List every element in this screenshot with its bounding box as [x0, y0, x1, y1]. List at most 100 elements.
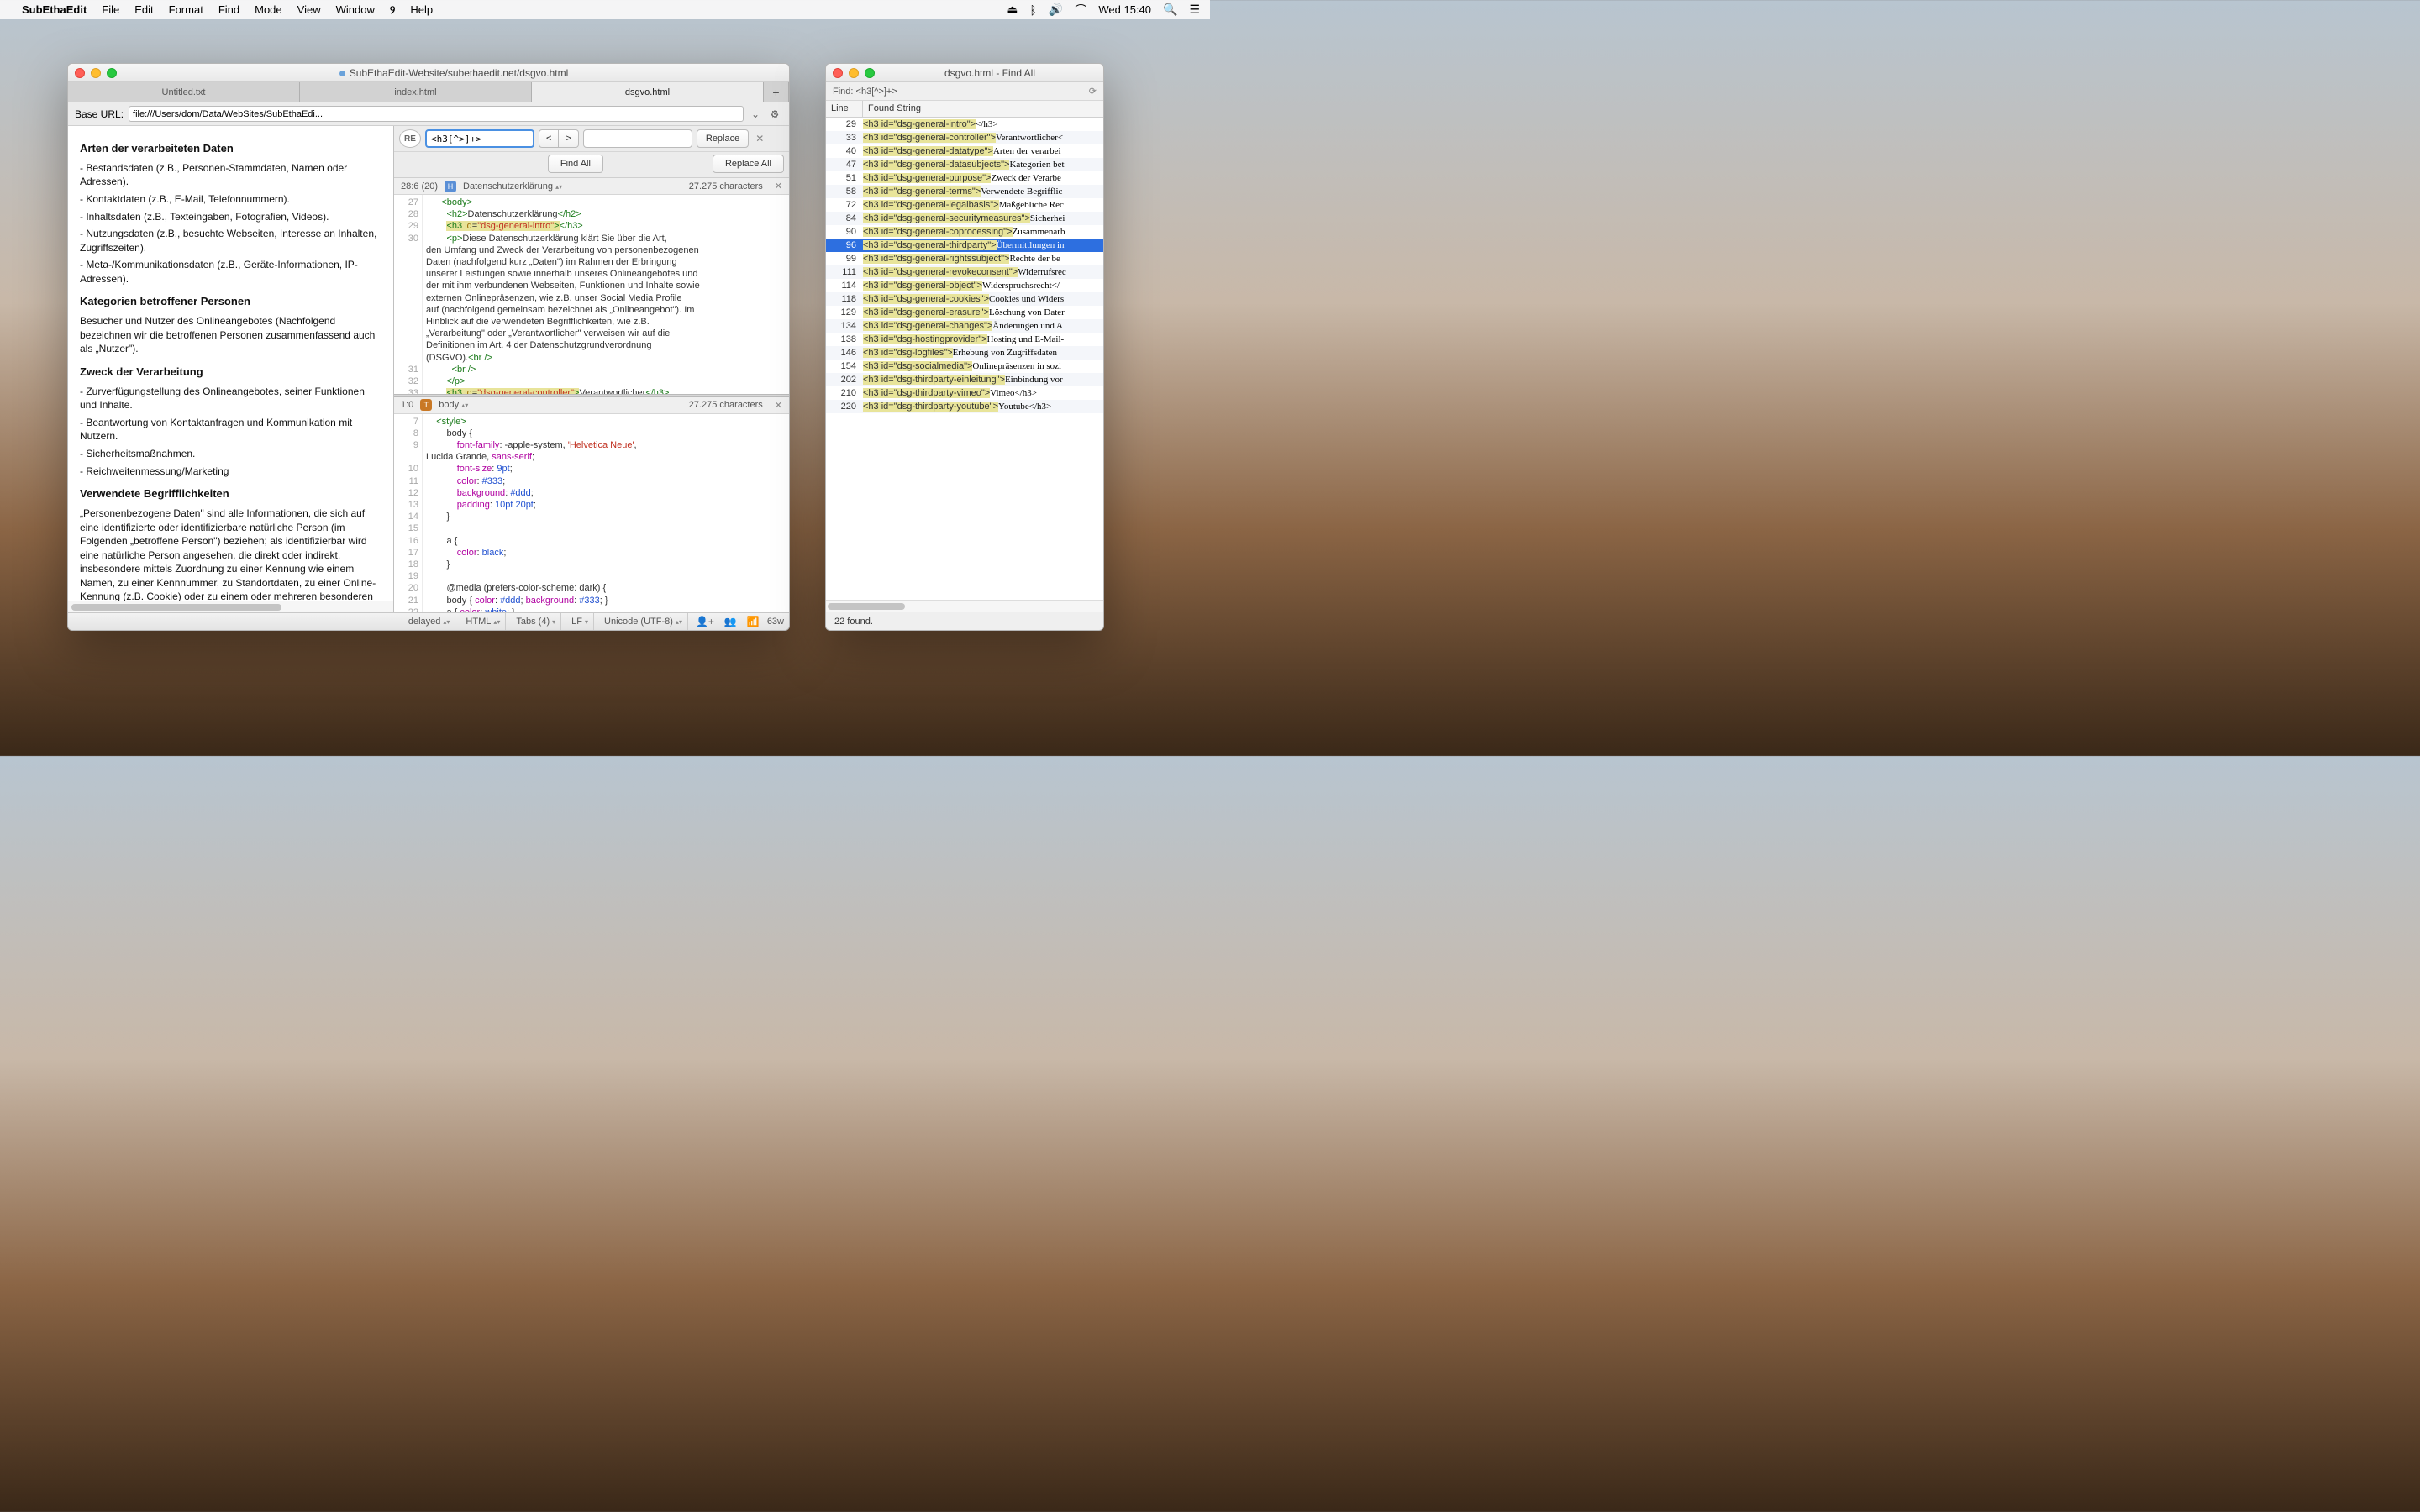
menubar: SubEthaEdit File Edit Format Find Mode V… — [0, 0, 1210, 19]
notification-center-icon[interactable]: ☰ — [1189, 3, 1200, 17]
preview-text: Besucher und Nutzer des Onlineangebotes … — [80, 314, 381, 356]
app-name[interactable]: SubEthaEdit — [22, 3, 87, 16]
titlebar[interactable]: SubEthaEdit-Website/subethaedit.net/dsgv… — [68, 64, 789, 82]
result-row[interactable]: 202<h3 id="dsg-thirdparty-einleitung">Ei… — [826, 373, 1103, 386]
find-next-button[interactable]: > — [559, 129, 578, 148]
spotlight-icon[interactable]: 🔍 — [1163, 3, 1177, 17]
result-row[interactable]: 40<h3 id="dsg-general-datatype">Arten de… — [826, 144, 1103, 158]
broadcast-icon[interactable]: 📶 — [744, 616, 762, 627]
refresh-icon[interactable]: ⟳ — [1089, 86, 1097, 97]
result-row[interactable]: 51<h3 id="dsg-general-purpose">Zweck der… — [826, 171, 1103, 185]
menu-help[interactable]: Help — [410, 3, 433, 16]
collaborators-icon[interactable]: 👥 — [722, 616, 739, 627]
user-icon[interactable]: 👤+ — [693, 616, 717, 627]
result-row[interactable]: 118<h3 id="dsg-general-cookies">Cookies … — [826, 292, 1103, 306]
script-menu-icon[interactable]: ୨ — [390, 3, 395, 17]
preview-text: - Sicherheitsmaßnahmen. — [80, 447, 381, 461]
window-title: dsgvo.html - Find All — [883, 67, 1097, 79]
preview-heading: Arten der verarbeiteten Daten — [80, 141, 381, 156]
status-encoding[interactable]: Unicode (UTF-8)▴▾ — [599, 613, 688, 630]
tab-untitled[interactable]: Untitled.txt — [68, 82, 300, 102]
menu-window[interactable]: Window — [336, 3, 375, 16]
menu-edit[interactable]: Edit — [134, 3, 153, 16]
bluetooth-icon[interactable]: ᛒ — [1030, 3, 1037, 17]
tab-add-button[interactable]: + — [764, 82, 789, 102]
titlebar[interactable]: dsgvo.html - Find All — [826, 64, 1103, 82]
volume-icon[interactable]: 🔊 — [1049, 3, 1063, 17]
results-scrollbar[interactable] — [826, 600, 1103, 612]
result-row[interactable]: 210<h3 id="dsg-thirdparty-vimeo">Vimeo</… — [826, 386, 1103, 400]
preview-scrollbar[interactable] — [68, 601, 393, 612]
result-row[interactable]: 138<h3 id="dsg-hostingprovider">Hosting … — [826, 333, 1103, 346]
zoom-button[interactable] — [865, 68, 875, 78]
find-all-window: dsgvo.html - Find All Find: <h3[^>]+> ⟳ … — [825, 63, 1104, 631]
code-editor-bottom[interactable]: <style> body { font-family: -apple-syste… — [423, 414, 789, 613]
tab-index[interactable]: index.html — [300, 82, 532, 102]
html-preview[interactable]: Arten der verarbeiteten Daten - Bestands… — [68, 126, 393, 601]
menubar-clock[interactable]: Wed 15:40 — [1098, 3, 1151, 16]
wifi-icon[interactable]: ⌒ — [1075, 2, 1086, 18]
minimize-button[interactable] — [91, 68, 101, 78]
menu-format[interactable]: Format — [169, 3, 203, 16]
result-row[interactable]: 154<h3 id="dsg-socialmedia">Onlinepräsen… — [826, 360, 1103, 373]
result-row[interactable]: 33<h3 id="dsg-general-controller">Verant… — [826, 131, 1103, 144]
airplay-icon[interactable]: ⏏ — [1007, 3, 1018, 17]
replace-field[interactable] — [583, 129, 692, 148]
result-row[interactable]: 111<h3 id="dsg-general-revokeconsent">Wi… — [826, 265, 1103, 279]
result-row[interactable]: 129<h3 id="dsg-general-erasure">Löschung… — [826, 306, 1103, 319]
tab-dsgvo[interactable]: dsgvo.html — [532, 82, 764, 102]
result-row[interactable]: 134<h3 id="dsg-general-changes">Änderung… — [826, 319, 1103, 333]
result-row[interactable]: 29<h3 id="dsg-general-intro"></h3> — [826, 118, 1103, 131]
regex-mode-icon[interactable]: RE — [399, 129, 421, 148]
find-field[interactable] — [425, 129, 534, 148]
search-bar: RE < > Replace ✕ — [394, 126, 789, 152]
result-row[interactable]: 90<h3 id="dsg-general-coprocessing">Zusa… — [826, 225, 1103, 239]
menu-view[interactable]: View — [297, 3, 321, 16]
preview-text: - Bestandsdaten (z.B., Personen-Stammdat… — [80, 161, 381, 189]
preview-pane: Arten der verarbeiteten Daten - Bestands… — [68, 126, 394, 612]
result-row[interactable]: 58<h3 id="dsg-general-terms">Verwendete … — [826, 185, 1103, 198]
result-row[interactable]: 72<h3 id="dsg-general-legalbasis">Maßgeb… — [826, 198, 1103, 212]
menu-find[interactable]: Find — [218, 3, 239, 16]
menu-file[interactable]: File — [102, 3, 119, 16]
result-row[interactable]: 96<h3 id="dsg-general-thirdparty">Übermi… — [826, 239, 1103, 252]
settings-gear-icon[interactable]: ⚙ — [767, 108, 782, 120]
results-list[interactable]: 29<h3 id="dsg-general-intro"></h3>33<h3 … — [826, 118, 1103, 600]
find-all-button[interactable]: Find All — [548, 155, 603, 173]
symbol-badge-icon: T — [420, 399, 432, 411]
preview-text: - Nutzungsdaten (z.B., besuchte Webseite… — [80, 227, 381, 255]
preview-text: - Meta-/Kommunikationsdaten (z.B., Gerät… — [80, 258, 381, 286]
result-row[interactable]: 99<h3 id="dsg-general-rightssubject">Rec… — [826, 252, 1103, 265]
find-prev-button[interactable]: < — [539, 129, 559, 148]
close-findbar-icon[interactable]: ✕ — [753, 133, 766, 144]
close-button[interactable] — [833, 68, 843, 78]
result-row[interactable]: 84<h3 id="dsg-general-securitymeasures">… — [826, 212, 1103, 225]
split-close-icon[interactable]: ✕ — [775, 400, 782, 411]
preview-text: - Inhaltsdaten (z.B., Texteingaben, Foto… — [80, 210, 381, 224]
split-close-icon[interactable]: ✕ — [775, 181, 782, 192]
replace-button[interactable]: Replace — [697, 129, 749, 148]
code-editor-top[interactable]: <body> <h2>Datenschutzerklärung</h2> <h3… — [423, 195, 789, 394]
col-header-found[interactable]: Found String — [863, 101, 1103, 117]
word-count: 63w — [767, 617, 784, 627]
zoom-button[interactable] — [107, 68, 117, 78]
status-mode[interactable]: HTML▴▾ — [460, 613, 506, 630]
modified-dot-icon — [339, 71, 345, 76]
status-lineending[interactable]: LF▾ — [566, 613, 594, 630]
symbol-popup[interactable]: Datenschutzerklärung ▴▾ — [463, 181, 562, 192]
minimize-button[interactable] — [849, 68, 859, 78]
result-row[interactable]: 146<h3 id="dsg-logfiles">Erhebung von Zu… — [826, 346, 1103, 360]
find-query-label: Find: <h3[^>]+> — [833, 87, 897, 97]
status-tabs[interactable]: Tabs (4)▾ — [511, 613, 561, 630]
baseurl-field[interactable] — [129, 106, 744, 122]
symbol-popup[interactable]: body ▴▾ — [439, 400, 468, 410]
col-header-line[interactable]: Line — [826, 101, 863, 117]
menu-mode[interactable]: Mode — [255, 3, 282, 16]
result-row[interactable]: 220<h3 id="dsg-thirdparty-youtube">Youtu… — [826, 400, 1103, 413]
baseurl-chevron-icon[interactable]: ⌄ — [749, 108, 762, 120]
status-delayed[interactable]: delayed▴▾ — [403, 613, 456, 630]
result-row[interactable]: 114<h3 id="dsg-general-object">Widerspru… — [826, 279, 1103, 292]
result-row[interactable]: 47<h3 id="dsg-general-datasubjects">Kate… — [826, 158, 1103, 171]
replace-all-button[interactable]: Replace All — [713, 155, 784, 173]
close-button[interactable] — [75, 68, 85, 78]
